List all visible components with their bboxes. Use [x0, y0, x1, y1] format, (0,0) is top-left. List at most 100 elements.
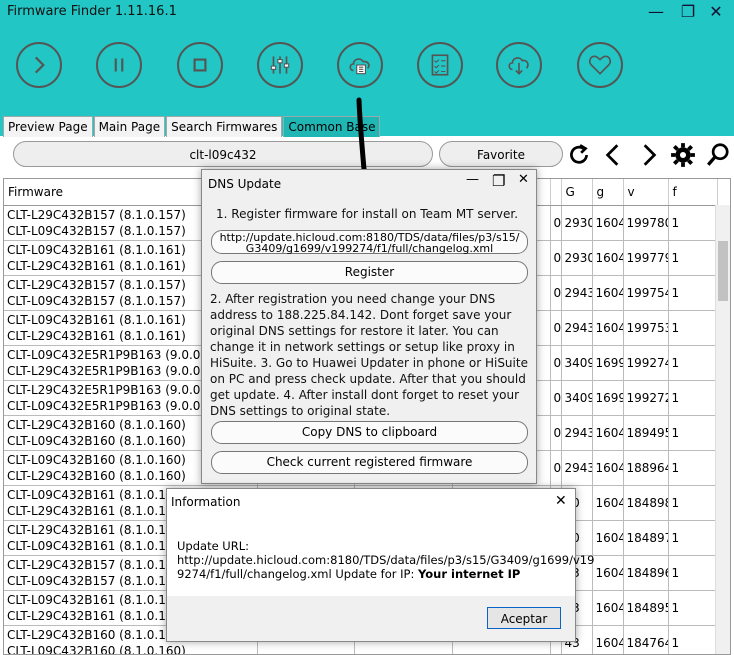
cell-f: 1 — [668, 240, 718, 276]
cell-v: 189495 — [623, 415, 669, 451]
cell-f: 1 — [668, 485, 718, 521]
cell-g: 1604 — [592, 205, 624, 241]
info-dialog-footer: Aceptar — [167, 596, 575, 641]
information-dialog: Information ✕ Update URL: http://update.… — [166, 488, 595, 642]
top-toolbar: Firmware Finder 1.11.16.1 — ❐ ✕ Preview … — [0, 0, 734, 137]
cell-v: 199780 — [623, 205, 669, 241]
info-close-button[interactable]: ✕ — [555, 493, 567, 509]
dialog-maximize-button[interactable]: ❐ — [492, 172, 505, 190]
cell-mid: 03 — [550, 380, 562, 416]
register-url-field[interactable]: http://update.hicloud.com:8180/TDS/data/… — [211, 230, 528, 254]
checklist-icon — [431, 54, 449, 76]
step1-text: 1. Register firmware for install on Team… — [216, 207, 519, 221]
cell-G: 2943 — [561, 450, 593, 486]
copy-dns-button[interactable]: Copy DNS to clipboard — [211, 421, 528, 444]
cell-mid: 04 — [550, 310, 562, 346]
column-header-f[interactable]: f — [668, 179, 718, 206]
cell-mid: 08 — [550, 415, 562, 451]
pause-icon — [114, 58, 124, 72]
internet-ip-text: Your internet IP — [417, 567, 521, 581]
cloud-list-button[interactable] — [337, 42, 383, 88]
cell-f: 1 — [668, 625, 718, 654]
aceptar-button[interactable]: Aceptar — [487, 607, 561, 629]
cell-v: 199274 — [623, 345, 669, 381]
favorite-heart-button[interactable] — [577, 42, 623, 88]
firmware-name: CLT-L09C432B160 (8.1.0.160) — [7, 644, 186, 655]
cell-mid: 04 — [550, 205, 562, 241]
cell-mid: 03 — [550, 345, 562, 381]
tab-main-page[interactable]: Main Page — [93, 116, 166, 137]
cloud-list-icon — [349, 58, 370, 75]
favorite-button[interactable]: Favorite — [439, 141, 563, 167]
search-input[interactable]: clt-l09c432 — [13, 141, 433, 167]
dialog-title: DNS Update — [208, 177, 282, 191]
column-header-v[interactable]: v — [623, 179, 669, 206]
cell-g: 1604 — [592, 590, 624, 626]
back-arrow-icon[interactable] — [600, 142, 626, 168]
pause-button[interactable] — [96, 42, 142, 88]
cell-f: 1 — [668, 555, 718, 591]
cell-f: 1 — [668, 345, 718, 381]
register-button[interactable]: Register — [211, 261, 528, 284]
cell-f: 1 — [668, 310, 718, 346]
cell-G: 2930 — [561, 240, 593, 276]
settings-sliders-button[interactable] — [257, 42, 303, 88]
play-button[interactable] — [16, 42, 62, 88]
column-header-g[interactable]: g — [592, 179, 624, 206]
info-dialog-title: Information — [171, 495, 241, 509]
cell-g: 1604 — [592, 450, 624, 486]
cell-v: 199754 — [623, 275, 669, 311]
tab-common-base[interactable]: Common Base — [283, 116, 381, 137]
cell-f: 1 — [668, 450, 718, 486]
app-title: Firmware Finder 1.11.16.1 — [7, 4, 177, 19]
close-button[interactable]: ✕ — [704, 2, 728, 22]
gear-icon[interactable] — [670, 142, 696, 168]
cell-g: 1699 — [592, 380, 624, 416]
heart-icon — [588, 55, 612, 75]
cell-g: 1604 — [592, 485, 624, 521]
cell-f: 1 — [668, 205, 718, 241]
tab-preview-page[interactable]: Preview Page — [3, 116, 93, 137]
cell-mid: 04 — [550, 275, 562, 311]
cell-g: 1604 — [592, 310, 624, 346]
scrollbar-thumb[interactable] — [718, 241, 728, 301]
cell-v: 199272 — [623, 380, 669, 416]
cell-g: 1604 — [592, 520, 624, 556]
cell-v: 188964 — [623, 450, 669, 486]
column-header-G[interactable]: G — [561, 179, 593, 206]
cell-v: 184764 — [623, 625, 669, 654]
refresh-icon[interactable] — [566, 142, 592, 168]
stop-button[interactable] — [177, 42, 223, 88]
dialog-close-button[interactable]: ✕ — [518, 172, 529, 187]
cell-mid: 07 — [550, 450, 562, 486]
equalizer-icon — [270, 56, 290, 74]
cell-mid: 04 — [550, 240, 562, 276]
search-icon[interactable] — [705, 142, 731, 168]
cell-f: 1 — [668, 415, 718, 451]
dialog-minimize-button[interactable]: — — [466, 172, 479, 187]
cell-g: 1604 — [592, 625, 624, 654]
forward-arrow-icon[interactable] — [636, 142, 662, 168]
cloud-download-button[interactable] — [496, 42, 542, 88]
play-icon — [34, 56, 45, 74]
tab-bar: Preview Page Main Page Search Firmwares … — [3, 116, 381, 137]
check-registered-firmware-button[interactable]: Check current registered firmware — [211, 451, 528, 474]
vertical-scrollbar[interactable] — [715, 205, 730, 654]
checklist-button[interactable] — [417, 42, 463, 88]
dns-update-dialog: DNS Update — ❐ ✕ 1. Register firmware fo… — [201, 169, 537, 484]
minimize-button[interactable]: — — [644, 2, 668, 22]
cell-g: 1604 — [592, 275, 624, 311]
dns-instructions-text: 2. After registration you need change yo… — [210, 292, 528, 418]
cell-v: 199753 — [623, 310, 669, 346]
cell-G: 2943 — [561, 415, 593, 451]
tab-search-firmwares[interactable]: Search Firmwares — [166, 116, 283, 137]
cell-G: 3409 — [561, 345, 593, 381]
cell-f: 1 — [668, 590, 718, 626]
cell-G: 2943 — [561, 310, 593, 346]
info-message: Update URL: http://update.hicloud.com:81… — [177, 539, 595, 581]
maximize-button[interactable]: ❐ — [676, 2, 700, 22]
cell-v: 199779 — [623, 240, 669, 276]
cell-f: 1 — [668, 275, 718, 311]
cell-G: 2930 — [561, 205, 593, 241]
cell-g: 1604 — [592, 240, 624, 276]
